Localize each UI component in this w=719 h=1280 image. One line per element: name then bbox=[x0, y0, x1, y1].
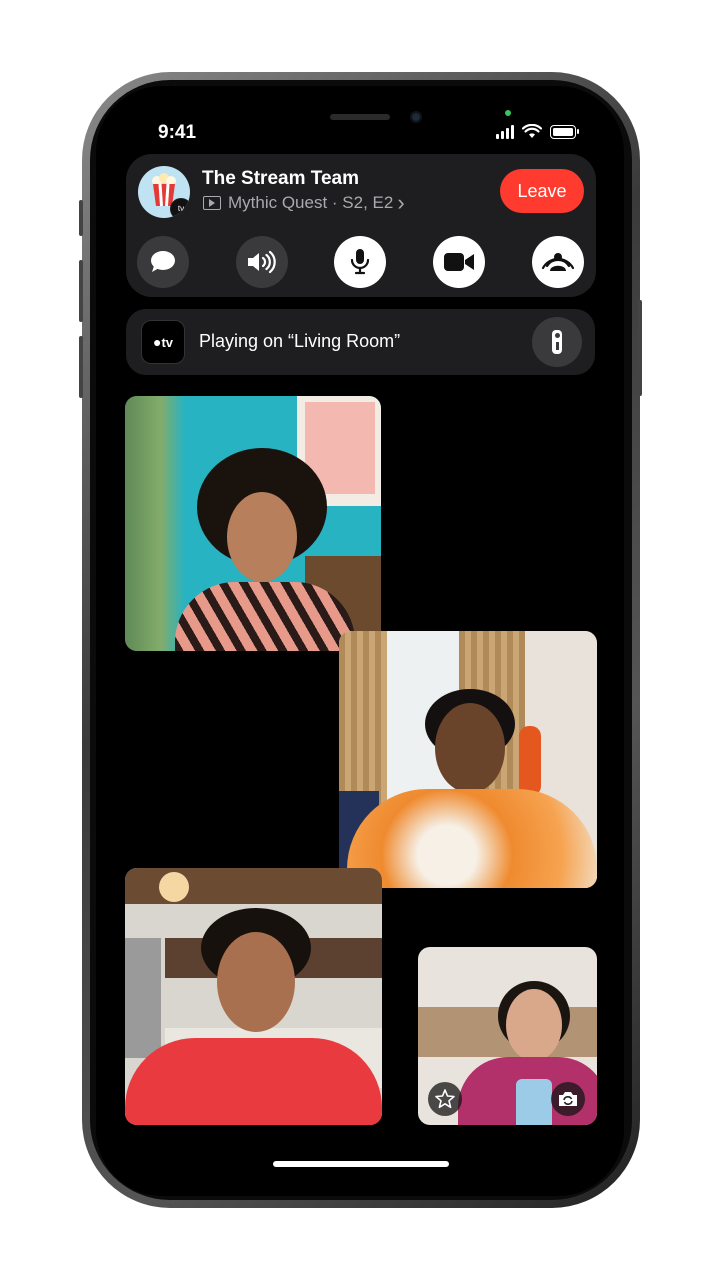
leave-button[interactable]: Leave bbox=[500, 169, 584, 213]
earpiece bbox=[330, 114, 390, 120]
battery-icon bbox=[550, 124, 579, 139]
cellular-signal-icon bbox=[496, 124, 514, 139]
speaker-icon bbox=[248, 250, 276, 274]
power-button bbox=[638, 300, 642, 396]
orange-vase bbox=[519, 726, 541, 796]
shareplay-icon bbox=[541, 253, 575, 271]
show-title: Mythic Quest · S2, E2 bbox=[228, 193, 394, 212]
fridge bbox=[125, 938, 161, 1058]
participant-video-1[interactable] bbox=[125, 396, 381, 651]
participant-video-3[interactable] bbox=[125, 868, 382, 1125]
volume-down-button bbox=[79, 336, 83, 398]
volume-up-button bbox=[79, 260, 83, 322]
remote-button[interactable] bbox=[532, 317, 582, 367]
shareplay-button[interactable] bbox=[532, 236, 584, 288]
wifi-icon bbox=[522, 124, 542, 138]
camera-button[interactable] bbox=[433, 236, 485, 288]
remote-icon bbox=[552, 330, 562, 354]
group-title: The Stream Team bbox=[202, 168, 359, 189]
message-bubble-icon bbox=[151, 251, 175, 272]
now-playing-row[interactable]: Mythic Quest · S2, E2 › bbox=[203, 190, 405, 215]
chevron-right-icon: › bbox=[397, 190, 405, 215]
playing-on-text: Playing on “Living Room” bbox=[199, 331, 401, 351]
status-icons bbox=[496, 124, 579, 139]
effects-button[interactable] bbox=[428, 1082, 462, 1116]
camera-in-use-indicator bbox=[505, 110, 511, 116]
camera-flip-icon bbox=[559, 1092, 577, 1106]
group-avatar[interactable]: tv bbox=[138, 166, 190, 218]
microphone-icon bbox=[350, 249, 370, 275]
participant-video-2[interactable] bbox=[339, 631, 597, 888]
mute-switch bbox=[79, 200, 83, 236]
flip-camera-button[interactable] bbox=[551, 1082, 585, 1116]
tv-play-icon bbox=[203, 196, 221, 210]
video-camera-icon bbox=[444, 253, 474, 271]
plant bbox=[125, 396, 185, 651]
appletv-icon: ●tv bbox=[141, 320, 185, 364]
status-time: 9:41 bbox=[158, 122, 197, 143]
home-indicator[interactable] bbox=[273, 1161, 449, 1167]
microphone-button[interactable] bbox=[334, 236, 386, 288]
appletv-badge: tv bbox=[170, 198, 190, 218]
audio-route-button[interactable] bbox=[236, 236, 288, 288]
effects-star-icon bbox=[435, 1089, 455, 1109]
messages-button[interactable] bbox=[137, 236, 189, 288]
pendant-lamp bbox=[159, 872, 189, 902]
front-camera bbox=[410, 111, 422, 123]
